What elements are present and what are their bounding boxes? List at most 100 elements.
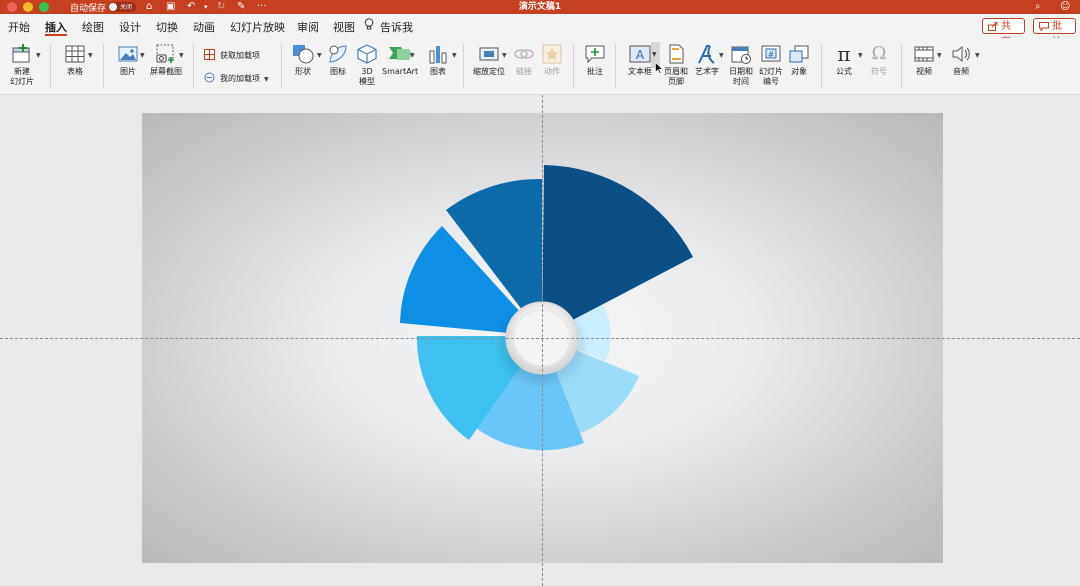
group-divider (573, 44, 574, 88)
ribbon-tabs: 开始 插入 绘图 设计 切换 动画 幻灯片放映 审阅 视图 告诉我 共享 批注 (0, 14, 1080, 48)
svg-text:A: A (636, 48, 645, 62)
action-star-icon (542, 44, 562, 64)
zoom-label: 缩放定位 (473, 67, 505, 76)
video-icon (914, 46, 934, 62)
chevron-down-icon[interactable]: ▼ (264, 76, 269, 83)
video-label: 视频 (916, 67, 932, 76)
shapes-icon (293, 45, 314, 64)
my-addins-icon (204, 72, 215, 83)
account-icon[interactable]: ☺ (1060, 0, 1070, 14)
group-divider (463, 44, 464, 88)
comments-button[interactable]: 批注 (1033, 18, 1076, 48)
group-divider (615, 44, 616, 88)
new-slide-label: 新建 幻灯片 (10, 67, 34, 86)
tab-slideshow[interactable]: 幻灯片放映 (230, 19, 285, 35)
chevron-down-icon[interactable]: ▼ (975, 52, 980, 59)
header-footer-icon (669, 44, 684, 64)
slide-number-button[interactable]: # 幻灯片 编号 (757, 38, 785, 87)
chevron-down-icon[interactable]: ▼ (140, 52, 145, 59)
3d-model-label: 3D 模型 (359, 67, 375, 86)
icons-icon (329, 45, 347, 63)
group-divider (281, 44, 282, 88)
insert-comment-button[interactable]: 批注 (581, 38, 609, 77)
new-slide-icon (12, 44, 30, 63)
chevron-down-icon[interactable]: ▼ (937, 52, 942, 59)
icons-button[interactable]: 图标 (324, 38, 352, 77)
chart-button[interactable]: 图表 (423, 38, 453, 77)
symbol-label: 符号 (871, 67, 887, 76)
omega-icon: Ω (871, 43, 887, 64)
link-button[interactable]: 链接 (512, 38, 536, 77)
lightbulb-icon (364, 18, 374, 30)
group-divider (821, 44, 822, 88)
tab-home[interactable]: 开始 (8, 19, 30, 35)
video-button[interactable]: 视频 (910, 38, 938, 77)
tab-transitions[interactable]: 切换 (156, 19, 178, 35)
title-bar: 自动保存 关闭 ⌂ ▣ ↶ ▾ ↻ ✎ ··· 演示文稿1 ⌕ ☺ (0, 0, 1080, 14)
wordart-button[interactable]: 艺术字 (693, 38, 721, 77)
chevron-down-icon[interactable]: ▼ (858, 52, 863, 59)
chevron-down-icon[interactable]: ▼ (452, 52, 457, 59)
date-time-button[interactable]: 日期和 时间 (727, 38, 755, 87)
slide-editor-canvas[interactable] (0, 95, 1080, 586)
horizontal-guide[interactable] (0, 338, 1080, 339)
chevron-down-icon[interactable]: ▼ (317, 52, 322, 59)
textbox-label: 文本框 (628, 67, 652, 76)
equation-button[interactable]: π 公式 (830, 38, 858, 77)
table-button[interactable]: 表格 (58, 38, 92, 77)
calendar-icon (731, 46, 751, 64)
link-icon (514, 49, 534, 59)
my-addins-button[interactable]: 我的加载项 (220, 73, 260, 84)
vertical-guide[interactable] (542, 95, 543, 586)
tab-design[interactable]: 设计 (119, 19, 141, 35)
smartart-label: SmartArt (382, 67, 419, 76)
screenshot-label: 屏幕截图 (150, 67, 182, 76)
audio-button[interactable]: 音频 (947, 38, 975, 77)
action-button[interactable]: 动作 (539, 38, 565, 77)
document-title: 演示文稿1 (518, 2, 562, 12)
comment-label: 批注 (587, 67, 603, 76)
comment-plus-icon (585, 45, 605, 64)
picture-icon (118, 46, 138, 62)
chevron-down-icon[interactable]: ▼ (179, 52, 184, 59)
share-button[interactable]: 共享 (982, 18, 1025, 48)
chevron-down-icon[interactable]: ▼ (410, 52, 415, 59)
object-button[interactable]: 对象 (787, 38, 811, 77)
symbol-button[interactable]: Ω 符号 (866, 38, 892, 77)
ribbon-insert: 新建 幻灯片 ▼ 表格 ▼ 图片 ▼ 屏幕截图 ▼ 获取加载项 我的加载项 ▼ … (0, 38, 1080, 95)
chevron-down-icon[interactable]: ▼ (719, 52, 724, 59)
group-divider (103, 44, 104, 88)
action-label: 动作 (544, 67, 560, 76)
svg-text:#: # (768, 50, 775, 59)
new-slide-button[interactable]: 新建 幻灯片 (4, 38, 40, 87)
wordart-icon (698, 45, 715, 64)
3d-model-button[interactable]: 3D 模型 (354, 38, 380, 87)
search-icon[interactable]: ⌕ (1035, 0, 1041, 14)
screenshot-icon (156, 44, 174, 63)
table-label: 表格 (67, 67, 83, 76)
tell-me-search[interactable]: 告诉我 (380, 19, 413, 35)
tab-view[interactable]: 视图 (333, 19, 355, 35)
shapes-label: 形状 (295, 67, 311, 76)
group-divider (901, 44, 902, 88)
header-footer-label: 页眉和 页脚 (664, 67, 688, 86)
chevron-down-icon[interactable]: ▼ (36, 52, 41, 59)
object-icon (789, 45, 809, 63)
header-footer-button[interactable]: 页眉和 页脚 (661, 38, 691, 87)
get-addins-button[interactable]: 获取加载项 (220, 50, 260, 61)
group-divider (50, 44, 51, 88)
tab-insert[interactable]: 插入 (45, 19, 67, 35)
slide-number-label: 幻灯片 编号 (759, 67, 783, 86)
zoom-icon (479, 47, 499, 61)
comment-icon (1039, 22, 1049, 31)
tab-animations[interactable]: 动画 (193, 19, 215, 35)
tab-review[interactable]: 审阅 (297, 19, 319, 35)
chevron-down-icon[interactable]: ▼ (88, 52, 93, 59)
shapes-button[interactable]: 形状 (288, 38, 318, 77)
equation-label: 公式 (836, 67, 852, 76)
textbox-icon: A (629, 45, 651, 63)
chevron-down-icon[interactable]: ▼ (502, 52, 507, 59)
group-divider (193, 44, 194, 88)
tab-draw[interactable]: 绘图 (82, 19, 104, 35)
chart-label: 图表 (430, 67, 446, 76)
